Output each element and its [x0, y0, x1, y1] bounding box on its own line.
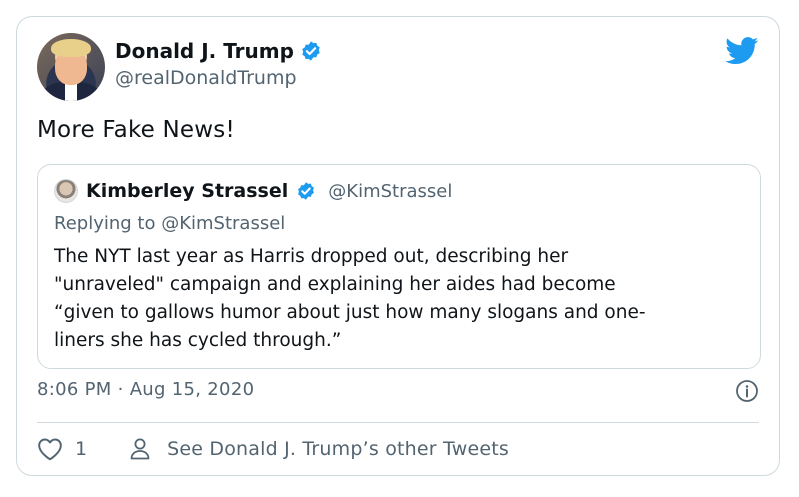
quoted-author-avatar[interactable] [54, 179, 78, 203]
author-name[interactable]: Donald J. Trump [115, 39, 294, 63]
author-block[interactable]: Donald J. Trump @realDonaldTrump [115, 39, 322, 89]
info-icon[interactable] [735, 379, 759, 403]
replying-to-label: Replying to @KimStrassel [54, 213, 286, 234]
divider [37, 422, 759, 423]
quoted-author-name[interactable]: Kimberley Strassel [86, 180, 288, 202]
verified-badge-icon [302, 41, 320, 61]
author-handle[interactable]: @realDonaldTrump [115, 67, 322, 89]
action-bar: 1 See Donald J. Trump’s other Tweets [37, 435, 509, 463]
quoted-author-handle[interactable]: @KimStrassel [328, 181, 452, 202]
verified-badge-icon [298, 182, 315, 200]
twitter-bird-icon[interactable] [725, 37, 759, 65]
quoted-tweet-text: The NYT last year as Harris dropped out,… [54, 246, 646, 351]
heart-icon[interactable] [37, 437, 63, 461]
like-count[interactable]: 1 [75, 438, 87, 460]
tweet-text: More Fake News! [37, 117, 235, 143]
tweet-timestamp[interactable]: 8:06 PM · Aug 15, 2020 [37, 379, 254, 400]
see-other-tweets-link[interactable]: See Donald J. Trump’s other Tweets [167, 438, 509, 460]
author-avatar[interactable] [37, 33, 105, 101]
quoted-tweet[interactable]: Kimberley Strassel @KimStrassel Replying… [37, 164, 761, 369]
tweet-card[interactable]: Donald J. Trump @realDonaldTrump More Fa… [16, 16, 780, 476]
person-icon[interactable] [129, 437, 151, 461]
